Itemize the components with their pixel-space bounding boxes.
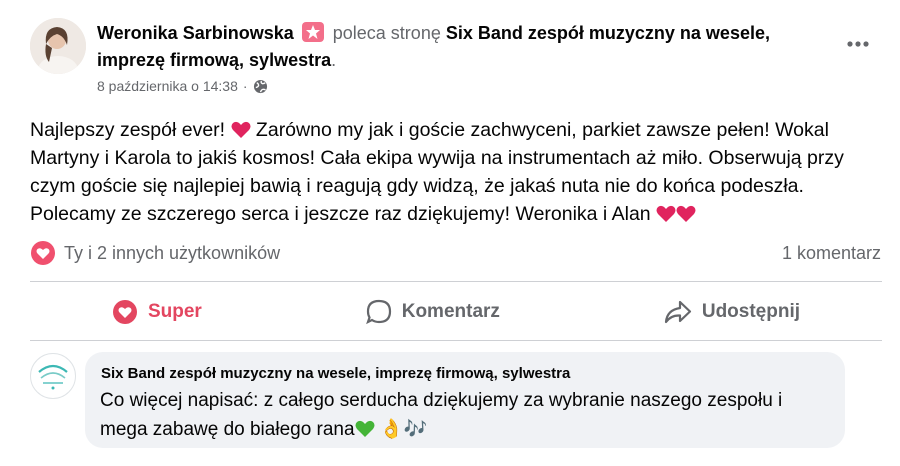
comment-text-block: Co więcej napisać: z całego serducha dzi… [100, 386, 835, 444]
divider-top [30, 281, 882, 282]
share-label: Udostępnij [701, 301, 801, 322]
divider-bottom [30, 340, 882, 341]
green-heart-icon [355, 420, 375, 437]
post-header: Weronika Sarbinowska poleca stronę Six B… [97, 20, 827, 74]
love-reaction-icon [112, 300, 137, 324]
more-dots-icon [847, 41, 869, 47]
share-arrow-icon [664, 300, 691, 324]
post-text: Najlepszy zespół ever! Zarówno my jak i … [30, 116, 880, 228]
comment-author[interactable]: Six Band zespół muzyczny na wesele, impr… [101, 365, 570, 382]
love-reaction-icon [31, 241, 55, 265]
globe-icon [253, 79, 267, 93]
comment-count[interactable]: 1 komentarz [782, 243, 881, 264]
post-timestamp[interactable]: 8 października o 14:38 [97, 78, 238, 94]
author-avatar[interactable] [30, 18, 86, 74]
red-heart-icon [656, 205, 676, 222]
author-name[interactable]: Weronika Sarbinowska [97, 23, 294, 43]
comment-button[interactable]: Komentarz [348, 293, 518, 331]
post-card: Weronika Sarbinowska poleca stronę Six B… [0, 0, 900, 466]
share-button[interactable]: Udostępnij [646, 293, 818, 331]
red-heart-icon [231, 121, 251, 138]
reactions-summary[interactable]: Ty i 2 innych użytkowników [30, 240, 280, 266]
red-heart-icon [676, 205, 696, 222]
post-text-part1: Najlepszy zespół ever! [30, 119, 231, 141]
reactions-label: Ty i 2 innych użytkowników [64, 242, 281, 263]
comment-label: Komentarz [401, 301, 500, 322]
comment-bubble-icon [365, 299, 391, 325]
comment-emojis: 👌🎶 [379, 419, 428, 440]
love-reaction-label: Super [147, 301, 202, 322]
recommend-action-text: poleca stronę [332, 23, 441, 43]
love-reaction-button[interactable]: Super [94, 293, 220, 331]
post-meta: 8 października o 14:38 · [97, 78, 268, 94]
meta-separator: · [242, 78, 248, 94]
top-fan-badge-icon [301, 22, 324, 42]
action-bar: Super Komentarz Udostępnij [30, 287, 882, 337]
header-period: . [331, 50, 337, 70]
comment-text: Co więcej napisać: z całego serducha dzi… [100, 390, 783, 440]
comment-bubble: Six Band zespół muzyczny na wesele, impr… [85, 352, 845, 448]
commenter-avatar[interactable] [30, 353, 76, 399]
more-options-button[interactable] [838, 26, 878, 62]
